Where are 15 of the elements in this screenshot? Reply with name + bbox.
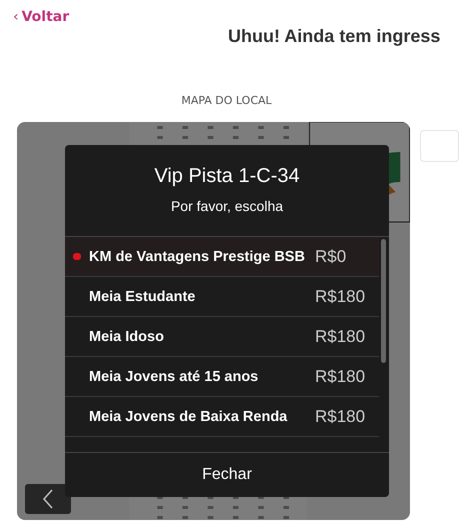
ticket-option[interactable]: Meia Jovens de Baixa Renda R$180	[65, 397, 379, 437]
page-heading: Uhuu! Ainda tem ingress	[228, 26, 440, 48]
previous-button[interactable]	[25, 484, 71, 514]
dialog-title: Vip Pista 1-C-34	[154, 165, 300, 188]
chevron-left-icon	[42, 489, 54, 509]
ticket-option[interactable]: Meia Estudante R$180	[65, 277, 379, 317]
ticket-option[interactable]: Meia Jovens até 15 anos R$180	[65, 357, 379, 397]
dialog-subtitle: Por favor, escolha	[170, 198, 284, 214]
close-button[interactable]: Fechar	[65, 453, 389, 497]
side-card	[420, 130, 459, 162]
ticket-option[interactable]: KM de Vantagens Prestige BSB R$0	[65, 237, 379, 277]
scrollbar[interactable]	[381, 239, 386, 363]
ticket-option[interactable]: Meia Idoso R$180	[65, 317, 379, 357]
back-link[interactable]: ‹ Voltar	[13, 9, 70, 25]
map-label: MAPA DO LOCAL	[180, 94, 273, 109]
